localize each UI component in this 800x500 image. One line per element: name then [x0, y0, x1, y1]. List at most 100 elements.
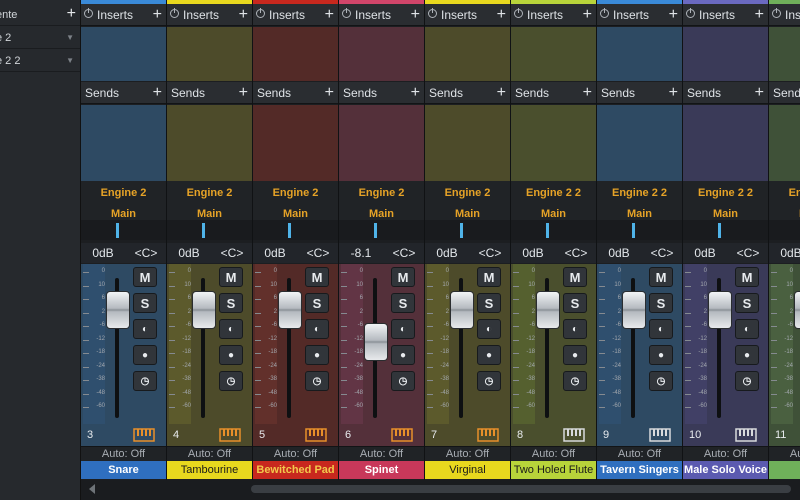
automation-mode[interactable]: Auto: Off — [339, 446, 424, 462]
volume-fader[interactable] — [193, 292, 215, 329]
power-icon[interactable] — [686, 8, 695, 18]
pan-indicator[interactable] — [460, 223, 463, 238]
power-icon[interactable] — [772, 8, 781, 18]
sends-well[interactable] — [81, 105, 166, 181]
power-icon[interactable] — [428, 8, 437, 18]
solo-button[interactable]: S — [477, 293, 501, 313]
power-icon[interactable] — [256, 8, 265, 18]
pan-readout[interactable]: <C> — [297, 243, 338, 263]
pan-slider[interactable] — [597, 220, 682, 240]
output-destination[interactable]: Main — [769, 208, 800, 220]
sends-well[interactable] — [425, 105, 510, 181]
channel-name[interactable]: Sa — [769, 461, 800, 479]
channel-name[interactable]: Bewitched Pad — [253, 461, 338, 479]
add-send-icon[interactable]: + — [325, 82, 334, 104]
add-insert-icon[interactable]: + — [325, 4, 334, 26]
inserts-well[interactable] — [511, 27, 596, 81]
inserts-header[interactable]: Inserts+ — [253, 4, 338, 26]
mute-button[interactable]: M — [305, 267, 329, 287]
input-monitor-button[interactable]: ◷ — [563, 371, 587, 391]
volume-fader[interactable] — [537, 292, 559, 329]
channel-name[interactable]: Two Holed Flute — [511, 461, 596, 479]
input-monitor-button[interactable]: ◷ — [477, 371, 501, 391]
pan-slider[interactable] — [81, 220, 166, 240]
channel-list-row[interactable]: e 2 2 ▼ — [0, 50, 80, 72]
pan-slider[interactable] — [683, 220, 768, 240]
scroll-left-icon[interactable] — [89, 484, 95, 494]
volume-fader[interactable] — [709, 292, 731, 329]
channel-name[interactable]: Snare — [81, 461, 166, 479]
input-source[interactable]: Engine 2 2 — [683, 187, 768, 199]
volume-fader[interactable] — [107, 292, 129, 329]
record-arm-button[interactable]: ● — [219, 345, 243, 365]
pan-slider[interactable] — [425, 220, 510, 240]
monitor-button[interactable]: ◐ — [391, 319, 415, 339]
channel-name[interactable]: Tambourine — [167, 461, 252, 479]
add-insert-icon[interactable]: + — [669, 4, 678, 26]
automation-mode[interactable]: Auto: Off — [253, 446, 338, 462]
channel-list-row[interactable]: ente + — [0, 4, 80, 26]
pan-slider[interactable] — [253, 220, 338, 240]
monitor-button[interactable]: ◐ — [219, 319, 243, 339]
automation-mode[interactable]: Auto: Off — [425, 446, 510, 462]
pan-indicator[interactable] — [632, 223, 635, 238]
pan-readout[interactable]: <C> — [125, 243, 166, 263]
volume-readout[interactable]: 0dB — [597, 243, 641, 263]
pan-indicator[interactable] — [116, 223, 119, 238]
inserts-header[interactable]: Inserts+ — [597, 4, 682, 26]
inserts-header[interactable]: Inserts+ — [683, 4, 768, 26]
sends-well[interactable] — [253, 105, 338, 181]
output-destination[interactable]: Main — [167, 208, 252, 220]
automation-mode[interactable]: Auto: Off — [167, 446, 252, 462]
input-monitor-button[interactable]: ◷ — [735, 371, 759, 391]
inserts-header[interactable]: Inserts+ — [167, 4, 252, 26]
inserts-well[interactable] — [769, 27, 800, 81]
add-insert-icon[interactable]: + — [755, 4, 764, 26]
chevron-down-icon[interactable]: ▼ — [66, 27, 74, 49]
automation-mode[interactable]: Auto: Off — [81, 446, 166, 462]
mute-button[interactable]: M — [391, 267, 415, 287]
automation-mode[interactable]: Auto: Off — [597, 446, 682, 462]
add-icon[interactable]: + — [67, 4, 76, 24]
pan-readout[interactable]: <C> — [211, 243, 252, 263]
pan-indicator[interactable] — [718, 223, 721, 238]
volume-fader[interactable] — [451, 292, 473, 329]
inserts-header[interactable]: Inserts+ — [769, 4, 800, 26]
sends-header[interactable]: Sends + — [339, 82, 424, 104]
output-destination[interactable]: Main — [511, 208, 596, 220]
volume-readout[interactable]: 0dB — [511, 243, 555, 263]
input-source[interactable]: Engine 2 — [339, 187, 424, 199]
input-monitor-button[interactable]: ◷ — [219, 371, 243, 391]
solo-button[interactable]: S — [391, 293, 415, 313]
add-send-icon[interactable]: + — [669, 82, 678, 104]
solo-button[interactable]: S — [305, 293, 329, 313]
sends-header[interactable]: Sends + — [511, 82, 596, 104]
add-send-icon[interactable]: + — [755, 82, 764, 104]
inserts-header[interactable]: Inserts+ — [425, 4, 510, 26]
pan-indicator[interactable] — [288, 223, 291, 238]
monitor-button[interactable]: ◐ — [305, 319, 329, 339]
input-source[interactable]: Engine 2 — [253, 187, 338, 199]
solo-button[interactable]: S — [133, 293, 157, 313]
record-arm-button[interactable]: ● — [735, 345, 759, 365]
input-monitor-button[interactable]: ◷ — [649, 371, 673, 391]
add-insert-icon[interactable]: + — [583, 4, 592, 26]
solo-button[interactable]: S — [735, 293, 759, 313]
sends-header[interactable]: Sends + — [167, 82, 252, 104]
volume-fader[interactable] — [365, 323, 387, 360]
inserts-well[interactable] — [81, 27, 166, 81]
volume-readout[interactable]: 0dB — [253, 243, 297, 263]
pan-slider[interactable] — [511, 220, 596, 240]
volume-fader[interactable] — [795, 292, 800, 329]
record-arm-button[interactable]: ● — [391, 345, 415, 365]
add-insert-icon[interactable]: + — [411, 4, 420, 26]
mute-button[interactable]: M — [649, 267, 673, 287]
monitor-button[interactable]: ◐ — [649, 319, 673, 339]
sends-well[interactable] — [167, 105, 252, 181]
monitor-button[interactable]: ◐ — [735, 319, 759, 339]
pan-readout[interactable]: <C> — [469, 243, 510, 263]
channel-name[interactable]: Spinet — [339, 461, 424, 479]
mute-button[interactable]: M — [735, 267, 759, 287]
mute-button[interactable]: M — [477, 267, 501, 287]
monitor-button[interactable]: ◐ — [563, 319, 587, 339]
